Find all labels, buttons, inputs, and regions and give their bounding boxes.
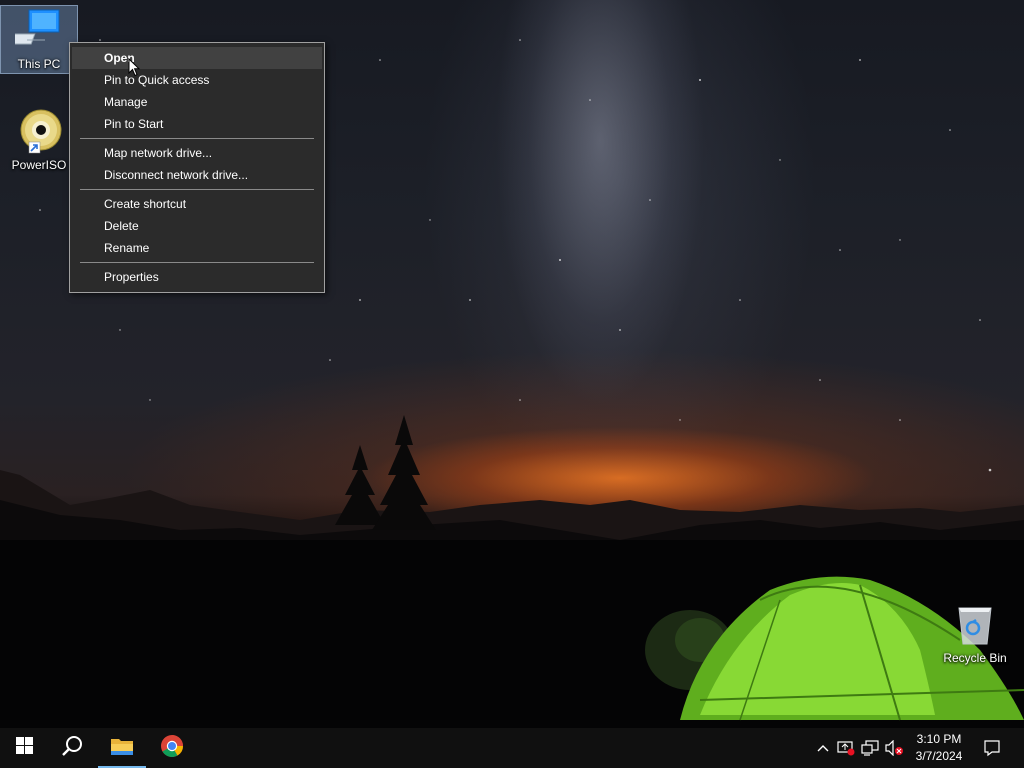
menu-item-map-network-drive[interactable]: Map network drive...	[70, 142, 324, 164]
volume-muted-icon[interactable]	[884, 738, 904, 758]
menu-item-disconnect-network-drive[interactable]: Disconnect network drive...	[70, 164, 324, 186]
security-alert-icon[interactable]	[836, 738, 856, 758]
menu-separator	[80, 189, 314, 190]
desktop-icon-poweriso[interactable]: PowerISO	[1, 108, 77, 172]
desktop-icon-recycle-bin[interactable]: Recycle Bin	[937, 602, 1013, 665]
start-button[interactable]	[0, 728, 48, 768]
desktop-icon-label: Recycle Bin	[943, 651, 1007, 665]
desktop-icon-label: This PC	[17, 57, 61, 71]
taskbar: 3:10 PM 3/7/2024	[0, 728, 1024, 768]
search-icon	[61, 735, 83, 762]
search-button[interactable]	[48, 728, 96, 768]
file-explorer-button[interactable]	[98, 728, 146, 768]
mouse-cursor-icon	[128, 57, 141, 82]
recycle-bin-icon	[937, 602, 1013, 649]
windows-start-icon	[15, 737, 33, 759]
clock-date: 3/7/2024	[915, 749, 963, 763]
computer-icon	[1, 6, 77, 55]
file-explorer-icon	[110, 736, 134, 761]
chevron-up-icon[interactable]	[813, 738, 833, 758]
disc-icon	[15, 108, 63, 156]
menu-item-manage[interactable]: Manage	[70, 91, 324, 113]
clock-time: 3:10 PM	[916, 732, 962, 746]
network-icon[interactable]	[860, 738, 880, 758]
chrome-button[interactable]	[148, 728, 196, 768]
menu-separator	[80, 262, 314, 263]
action-center-icon[interactable]	[982, 738, 1002, 758]
menu-item-pin-to-start[interactable]: Pin to Start	[70, 113, 324, 135]
menu-item-pin-to-quick-access[interactable]: Pin to Quick access	[70, 69, 324, 91]
system-clock[interactable]: 3:10 PM 3/7/2024	[906, 731, 972, 765]
menu-separator	[80, 138, 314, 139]
menu-item-delete[interactable]: Delete	[70, 215, 324, 237]
desktop-icon-label: PowerISO	[11, 158, 67, 172]
menu-item-rename[interactable]: Rename	[70, 237, 324, 259]
menu-item-create-shortcut[interactable]: Create shortcut	[70, 193, 324, 215]
menu-item-properties[interactable]: Properties	[70, 266, 324, 288]
desktop-icon-this-pc[interactable]: This PC	[0, 5, 78, 74]
chrome-icon	[160, 734, 184, 763]
context-menu: Open Pin to Quick access Manage Pin to S…	[69, 42, 325, 293]
menu-item-open[interactable]: Open	[72, 47, 322, 69]
